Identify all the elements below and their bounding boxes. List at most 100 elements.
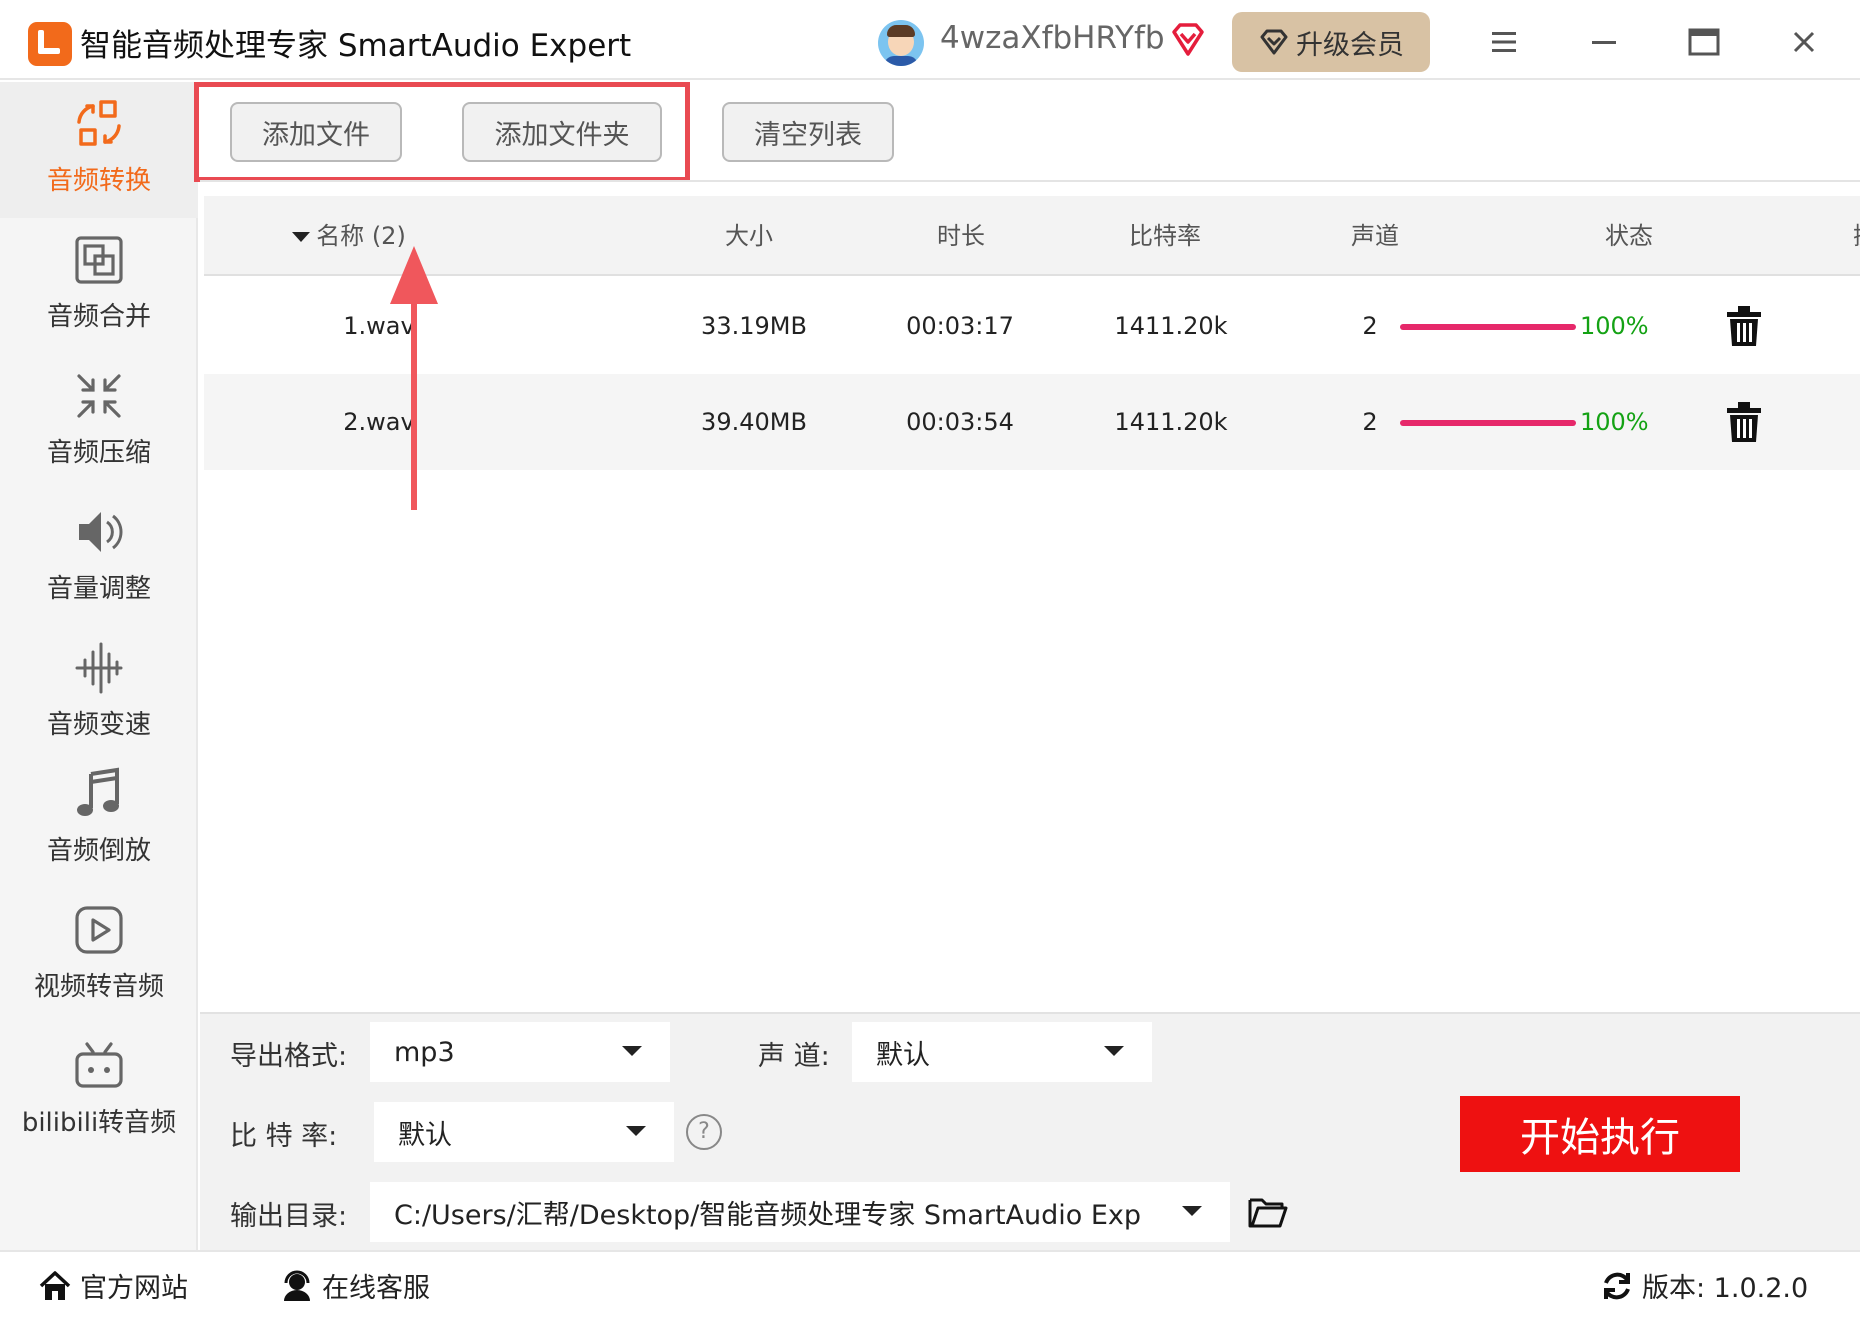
app-title: 智能音频处理专家 SmartAudio Expert [80,28,632,64]
chevron-down-icon [1182,1206,1202,1216]
bitrate-value: 默认 [398,1119,452,1151]
format-value: mp3 [394,1036,455,1068]
cell-size: 33.19MB [701,312,807,340]
cell-duration: 00:03:17 [906,312,1014,340]
sidebar: 音频转换 音频合并 音频压缩 音量调整 音频变速 音频倒放 视频转音频 bili… [0,82,198,1250]
refresh-icon [1604,1272,1630,1299]
music-note-icon [77,767,119,816]
output-dir-value: C:/Users/汇帮/Desktop/智能音频处理专家 SmartAudio … [394,1199,1142,1231]
close-button[interactable] [1780,18,1828,66]
table-row[interactable]: 1.wav 33.19MB 00:03:17 1411.20k 2 100% [204,278,1860,374]
file-table-header: 名称 (2) 大小 时长 比特率 声道 状态 操作 [204,196,1860,276]
compress-icon [77,374,121,418]
app-logo-icon [28,22,72,66]
cell-name: 1.wav [343,312,415,340]
column-header-duration[interactable]: 时长 [896,196,1026,276]
close-icon [1793,31,1815,53]
video-play-icon [75,906,123,954]
sidebar-item-label: 音量调整 [46,574,151,604]
bilibili-icon [75,1042,123,1088]
cell-name: 2.wav [343,408,415,436]
column-header-label: 名称 (2) [316,222,406,250]
sidebar-item-audio-reverse[interactable]: 音频倒放 [0,752,198,888]
folder-open-icon[interactable] [1248,1194,1288,1228]
cell-channels: 2 [1362,408,1378,436]
sidebar-item-label: 音频合并 [46,302,151,332]
column-header-actions: 操作 [1812,196,1860,276]
cell-bitrate: 1411.20k [1114,312,1228,340]
app-window: 智能音频处理专家 SmartAudio Expert 4wzaXfbHRYfb … [0,0,1860,1320]
channel-label: 声 道: [758,1041,830,1072]
channel-value: 默认 [876,1039,930,1071]
table-row[interactable]: 2.wav 39.40MB 00:03:54 1411.20k 2 100% [204,374,1860,470]
sidebar-item-audio-convert[interactable]: 音频转换 [0,82,198,218]
headset-icon [284,1270,310,1301]
minimize-button[interactable] [1580,18,1628,66]
sidebar-item-video-to-audio[interactable]: 视频转音频 [0,888,198,1024]
sort-descending-icon [292,232,311,242]
progress-percent: 100% [1580,312,1649,340]
home-icon [39,1270,71,1300]
format-select[interactable]: mp3 [370,1022,670,1082]
column-header-status[interactable]: 状态 [1564,196,1694,276]
sidebar-item-label: 音频压缩 [46,438,151,468]
column-header-bitrate[interactable]: 比特率 [1100,196,1230,276]
cell-channels: 2 [1362,312,1378,340]
highlight-annotation [194,82,690,182]
bitrate-select[interactable]: 默认 [374,1102,674,1162]
sidebar-item-audio-compress[interactable]: 音频压缩 [0,354,198,490]
chevron-down-icon [1104,1046,1124,1056]
help-icon[interactable]: ? [686,1114,722,1150]
sidebar-item-volume-adjust[interactable]: 音量调整 [0,490,198,626]
sidebar-item-label: 视频转音频 [33,972,164,1002]
progress-bar [1400,420,1576,426]
output-dir-select[interactable]: C:/Users/汇帮/Desktop/智能音频处理专家 SmartAudio … [370,1182,1230,1242]
sidebar-item-label: 音频变速 [46,710,151,740]
version-label: 版本: 1.0.2.0 [1642,1273,1809,1304]
speed-icon [75,642,123,694]
output-dir-label: 输出目录: [230,1201,348,1232]
chevron-down-icon [626,1126,646,1136]
progress-percent: 100% [1580,408,1649,436]
bitrate-label: 比 特 率: [230,1121,338,1152]
website-link[interactable]: 官方网站 [38,1266,188,1305]
start-button[interactable]: 开始执行 [1460,1096,1740,1172]
upgrade-button[interactable]: 升级会员 [1232,12,1430,72]
convert-icon [77,100,121,146]
maximize-icon [1688,28,1720,56]
upgrade-label: 升级会员 [1296,29,1404,61]
trash-icon[interactable] [1726,306,1762,346]
vip-diamond-icon[interactable] [1168,20,1208,60]
column-header-name[interactable]: 名称 (2) [274,196,424,276]
divider [200,180,1860,182]
sidebar-item-bilibili-to-audio[interactable]: bilibili转音频 [0,1024,198,1160]
format-label: 导出格式: [230,1041,348,1072]
title-bar: 智能音频处理专家 SmartAudio Expert 4wzaXfbHRYfb … [0,0,1860,80]
sidebar-item-label: 音频倒放 [46,836,151,866]
cell-size: 39.40MB [701,408,807,436]
user-avatar[interactable] [878,20,924,66]
version-info[interactable]: 版本: 1.0.2.0 [1600,1266,1808,1305]
sidebar-item-audio-speed[interactable]: 音频变速 [0,626,198,762]
menu-button[interactable] [1480,18,1528,66]
support-link[interactable]: 在线客服 [280,1266,430,1305]
username[interactable]: 4wzaXfbHRYfb [940,20,1165,56]
maximize-button[interactable] [1680,18,1728,66]
progress-bar [1400,324,1576,330]
channel-select[interactable]: 默认 [852,1022,1152,1082]
trash-icon[interactable] [1726,402,1762,442]
merge-icon [75,236,123,284]
column-header-channels[interactable]: 声道 [1310,196,1440,276]
hamburger-menu-icon [1492,32,1516,52]
cell-duration: 00:03:54 [906,408,1014,436]
minimize-icon [1592,41,1616,44]
sidebar-item-label: 音频转换 [46,166,151,196]
column-header-size[interactable]: 大小 [684,196,814,276]
cell-bitrate: 1411.20k [1114,408,1228,436]
sidebar-item-audio-merge[interactable]: 音频合并 [0,218,198,354]
volume-icon [79,512,123,552]
diamond-icon [1260,29,1288,55]
support-label: 在线客服 [322,1273,430,1304]
clear-list-button[interactable]: 清空列表 [722,102,894,162]
status-bar: 官方网站 在线客服 版本: 1.0.2.0 [0,1250,1860,1320]
